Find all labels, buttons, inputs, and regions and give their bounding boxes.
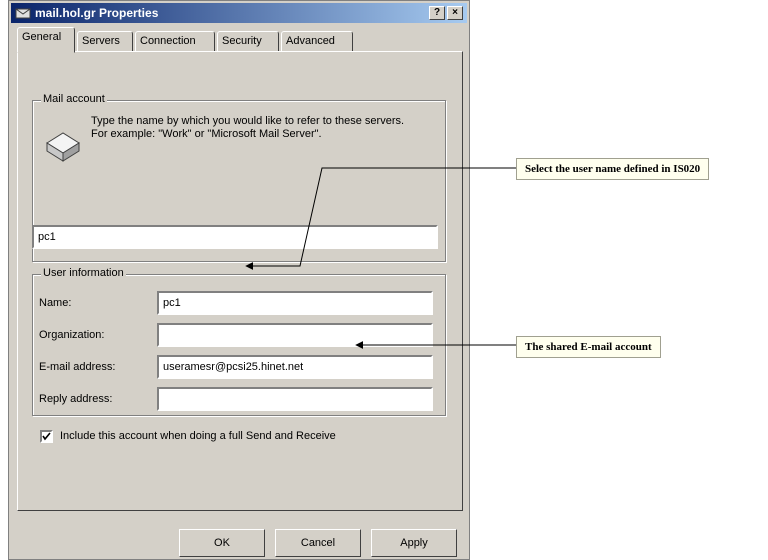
include-account-label[interactable]: Include this account when doing a full S… <box>60 430 336 442</box>
ok-button[interactable]: OK <box>179 529 265 557</box>
tab-general[interactable]: General <box>17 27 75 53</box>
mail-account-group: Mail account Type the name by which you … <box>32 93 446 262</box>
organization-label: Organization: <box>39 329 105 341</box>
email-callout: The shared E-mail account <box>516 336 661 358</box>
checkmark-icon <box>42 432 51 441</box>
mail-account-description: Type the name by which you would like to… <box>91 115 405 140</box>
tab-advanced[interactable]: Advanced <box>281 31 353 52</box>
organization-input[interactable] <box>157 323 433 347</box>
properties-dialog: mail.hol.gr Properties ? × General Serve… <box>8 0 470 560</box>
mail-window-icon <box>15 8 31 19</box>
general-tab-panel: Mail account Type the name by which you … <box>17 51 463 511</box>
reply-address-input[interactable] <box>157 387 433 411</box>
user-name-callout: Select the user name defined in IS020 <box>516 158 710 180</box>
cancel-button[interactable]: Cancel <box>275 529 361 557</box>
mail-account-icon <box>46 132 80 162</box>
tab-connection[interactable]: Connection <box>135 31 215 52</box>
tab-security[interactable]: Security <box>217 31 279 52</box>
apply-button[interactable]: Apply <box>371 529 457 557</box>
help-button[interactable]: ? <box>429 6 445 20</box>
mail-account-input[interactable]: pc1 <box>32 225 438 249</box>
name-label: Name: <box>39 297 72 309</box>
user-information-group-label: User information <box>41 267 126 279</box>
user-information-group: User information Name: pc1 Organization:… <box>32 267 446 416</box>
email-address-label: E-mail address: <box>39 361 116 373</box>
close-button[interactable]: × <box>447 6 463 20</box>
reply-address-label: Reply address: <box>39 393 113 405</box>
title-bar[interactable]: mail.hol.gr Properties ? × <box>11 3 467 23</box>
tab-servers[interactable]: Servers <box>77 31 133 52</box>
window-title: mail.hol.gr Properties <box>35 6 159 20</box>
email-address-input[interactable]: useramesr@pcsi25.hinet.net <box>157 355 433 379</box>
mail-account-group-label: Mail account <box>41 93 107 105</box>
name-input[interactable]: pc1 <box>157 291 433 315</box>
include-account-checkbox[interactable] <box>40 430 53 443</box>
